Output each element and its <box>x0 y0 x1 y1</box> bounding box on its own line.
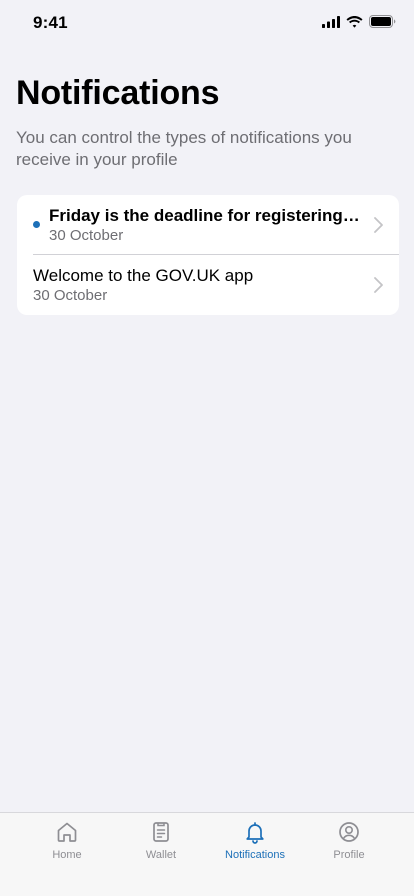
bell-icon <box>246 822 264 844</box>
notifications-screen: 9:41 Notifications You can control the t… <box>0 0 414 896</box>
wallet-icon <box>153 822 169 842</box>
profile-icon <box>339 822 359 842</box>
tab-profile[interactable]: Profile <box>304 813 394 873</box>
tab-label: Profile <box>333 849 365 861</box>
status-time: 9:41 <box>33 13 68 32</box>
status-bar: 9:41 <box>0 0 414 46</box>
tab-bar: Home Wallet Notifications Profile <box>0 812 414 896</box>
page-title: Notifications <box>16 74 220 112</box>
tab-notifications[interactable]: Notifications <box>210 813 300 873</box>
tab-wallet[interactable]: Wallet <box>116 813 206 873</box>
notification-date: 30 October <box>33 287 108 304</box>
notification-date: 30 October <box>49 227 124 244</box>
notification-title: Friday is the deadline for registering… <box>49 206 360 225</box>
tab-home[interactable]: Home <box>22 813 112 873</box>
home-icon <box>57 822 77 842</box>
notification-title: Welcome to the GOV.UK app <box>33 266 254 285</box>
battery-icon <box>369 15 396 28</box>
page-subtitle: You can control the types of notificatio… <box>16 128 352 169</box>
cellular-signal-icon <box>322 15 340 28</box>
chevron-right-icon <box>374 277 383 293</box>
wifi-icon <box>346 15 363 28</box>
status-icons <box>322 15 396 28</box>
tab-label: Wallet <box>145 849 177 861</box>
tab-label: Notifications <box>225 849 285 861</box>
notification-row[interactable]: Friday is the deadline for registering… … <box>17 195 399 255</box>
unread-indicator <box>33 221 40 228</box>
notifications-list: Friday is the deadline for registering… … <box>17 195 399 315</box>
notification-row[interactable]: Welcome to the GOV.UK app 30 October <box>17 255 399 315</box>
chevron-right-icon <box>374 217 383 233</box>
tab-label: Home <box>52 849 82 861</box>
